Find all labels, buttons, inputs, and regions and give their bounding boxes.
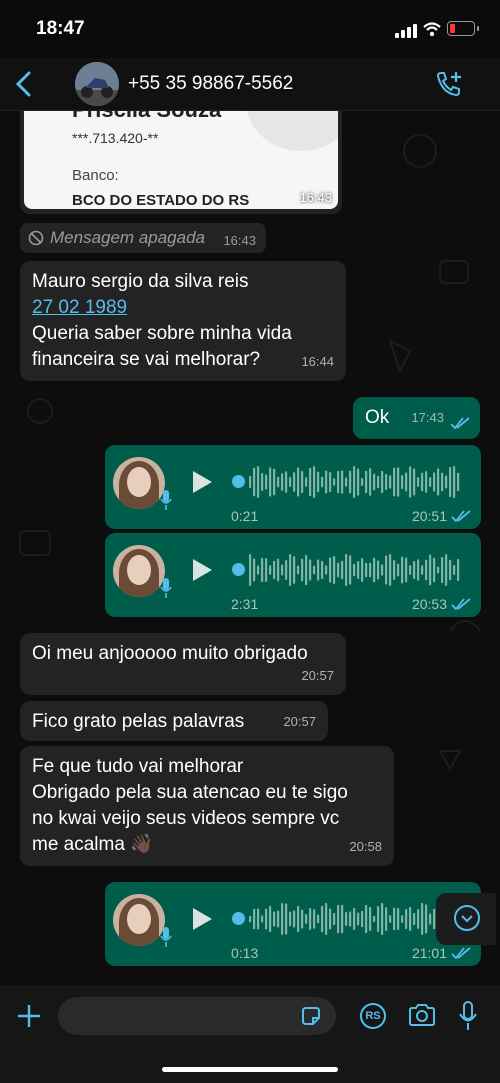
message-input-bar: RS xyxy=(0,985,500,1083)
date-link[interactable]: 27 02 1989 xyxy=(32,295,334,321)
receipt-document: ***.713.420-** xyxy=(72,130,159,146)
camera-icon[interactable] xyxy=(408,1003,436,1027)
message-input[interactable] xyxy=(58,997,336,1035)
read-ticks-icon xyxy=(450,417,470,430)
status-bar: 18:47 xyxy=(0,0,500,58)
read-ticks-icon xyxy=(451,510,471,523)
scroll-to-bottom-button[interactable] xyxy=(436,893,496,945)
timestamp: 20:57 xyxy=(283,714,316,729)
mic-icon xyxy=(160,490,172,510)
incoming-message[interactable]: Fe que tudo vai melhorar Obrigado pela s… xyxy=(20,746,394,866)
timestamp: 20:57 xyxy=(301,668,334,683)
sender-avatar xyxy=(113,894,165,946)
deleted-label: Mensagem apagada xyxy=(50,228,206,247)
signal-icon xyxy=(395,24,417,38)
receipt-name: Priscila Souza xyxy=(72,111,221,123)
playback-position[interactable] xyxy=(232,563,245,576)
message-text: Queria saber sobre minha vida xyxy=(32,323,292,344)
plus-icon[interactable] xyxy=(16,1003,42,1029)
incoming-message[interactable]: Mauro sergio da silva reis 27 02 1989 Qu… xyxy=(20,261,346,381)
timestamp: 16:44 xyxy=(301,354,334,369)
message-text: Fico grato pelas palavras xyxy=(32,711,245,732)
timestamp: 16:43 xyxy=(299,190,332,205)
audio-waveform[interactable] xyxy=(249,553,461,587)
sender-avatar xyxy=(113,457,165,509)
timestamp: 20:51 xyxy=(411,508,447,524)
playback-position[interactable] xyxy=(232,475,245,488)
audio-duration: 0:13 xyxy=(231,945,259,961)
audio-duration: 0:21 xyxy=(231,508,259,524)
message-text: Obrigado pela sua atencao eu te sigo xyxy=(32,782,348,803)
sticker-icon[interactable] xyxy=(300,1005,322,1027)
message-text: financeira se vai melhorar? xyxy=(32,349,261,370)
outgoing-message[interactable]: Ok 17:43 xyxy=(353,397,480,439)
audio-message[interactable]: 0:21 20:51 xyxy=(105,445,481,529)
message-text: Fe que tudo vai melhorar xyxy=(32,756,244,777)
receipt-image-message[interactable]: Priscila Souza ***.713.420-** Banco: BCO… xyxy=(20,111,342,214)
ban-icon xyxy=(28,230,44,246)
message-text: me acalma 👋🏿 xyxy=(32,834,154,855)
message-text: no kwai veijo seus videos sempre vc xyxy=(32,808,340,829)
incoming-message[interactable]: Fico grato pelas palavras 20:57 xyxy=(20,701,328,741)
play-icon[interactable] xyxy=(193,471,212,493)
read-ticks-icon xyxy=(451,598,471,611)
timestamp: 16:43 xyxy=(223,233,256,248)
receipt-card: Priscila Souza ***.713.420-** Banco: BCO… xyxy=(24,111,338,209)
play-icon[interactable] xyxy=(193,559,212,581)
status-time: 18:47 xyxy=(36,18,85,39)
message-text: Mauro sergio da silva reis xyxy=(32,271,249,292)
playback-position[interactable] xyxy=(232,912,245,925)
wifi-icon xyxy=(423,22,441,37)
back-chevron-icon[interactable] xyxy=(14,71,34,97)
chat-area[interactable]: Priscila Souza ***.713.420-** Banco: BCO… xyxy=(0,111,500,985)
receipt-bank: BCO DO ESTADO DO RS xyxy=(72,192,250,209)
audio-message[interactable]: 0:13 21:01 xyxy=(105,882,481,966)
receipt-bank-label: Banco: xyxy=(72,167,119,184)
chevron-down-icon xyxy=(454,905,480,931)
deleted-message[interactable]: Mensagem apagada 16:43 xyxy=(20,223,266,253)
play-icon[interactable] xyxy=(193,908,212,930)
mic-icon xyxy=(160,927,172,947)
battery-icon xyxy=(447,21,479,36)
timestamp: 20:53 xyxy=(411,596,447,612)
read-ticks-icon xyxy=(451,947,471,960)
audio-waveform[interactable] xyxy=(249,465,461,499)
contact-avatar[interactable] xyxy=(75,62,119,106)
mic-icon xyxy=(160,578,172,598)
timestamp: 17:43 xyxy=(411,410,444,425)
audio-message[interactable]: 2:31 20:53 xyxy=(105,533,481,617)
payment-button[interactable]: RS xyxy=(360,1003,386,1029)
incoming-message[interactable]: Oi meu anjooooo muito obrigado 20:57 xyxy=(20,633,346,695)
audio-waveform[interactable] xyxy=(249,902,461,936)
message-text: Oi meu anjooooo muito obrigado xyxy=(32,643,308,664)
chat-header: +55 35 98867-5562 xyxy=(0,58,500,111)
mic-icon[interactable] xyxy=(458,1001,478,1031)
timestamp: 21:01 xyxy=(411,945,447,961)
contact-name[interactable]: +55 35 98867-5562 xyxy=(128,73,293,95)
audio-duration: 2:31 xyxy=(231,596,259,612)
home-indicator xyxy=(162,1067,338,1072)
timestamp: 20:58 xyxy=(349,839,382,854)
add-call-icon[interactable] xyxy=(434,70,464,98)
sender-avatar xyxy=(113,545,165,597)
